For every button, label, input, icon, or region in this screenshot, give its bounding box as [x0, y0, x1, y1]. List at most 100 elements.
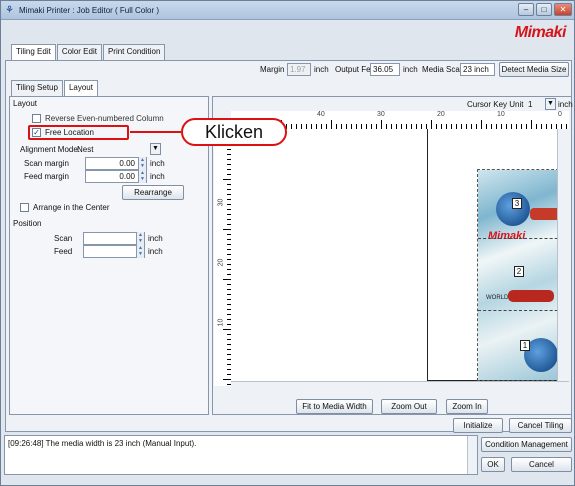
reverse-even-checkbox[interactable]: [32, 114, 41, 123]
tab-tiling-setup[interactable]: Tiling Setup: [11, 80, 63, 96]
ruler-v-label-10: 10: [217, 318, 225, 327]
status-scrollbar[interactable]: [467, 436, 477, 474]
mimaki-logo: Mimaki: [514, 24, 567, 41]
cursor-key-unit-dropdown[interactable]: ▼: [545, 98, 556, 110]
position-feed-label: Feed: [54, 247, 73, 256]
brand-bar: Mimaki: [1, 20, 574, 43]
tile-boundary: [478, 238, 568, 239]
initialize-button[interactable]: Initialize: [453, 418, 503, 433]
alignment-mode-value: Nest: [77, 145, 94, 154]
layout-section-heading: Layout: [13, 99, 38, 108]
ruler-tick: [223, 379, 231, 380]
feed-margin-label: Feed margin: [24, 172, 69, 181]
margin-unit: inch: [314, 65, 329, 74]
position-scan-unit: inch: [148, 234, 163, 243]
scan-margin-stepper[interactable]: ▲ ▼: [138, 157, 146, 170]
free-location-label: Free Location: [45, 128, 94, 137]
media-scan-field[interactable]: 23 inch: [460, 63, 495, 76]
ruler-tick: [223, 229, 231, 230]
position-feed-stepper[interactable]: ▲ ▼: [136, 245, 144, 258]
cancel-button[interactable]: Cancel: [511, 457, 572, 472]
feed-margin-value: 0.00: [119, 172, 135, 181]
feed-margin-stepper[interactable]: ▲ ▼: [138, 170, 146, 183]
cursor-key-unit-value: 1: [528, 100, 533, 109]
ruler-h-label-20: 20: [437, 111, 445, 118]
cancel-tiling-button[interactable]: Cancel Tiling: [509, 418, 572, 433]
ruler-tick: [223, 329, 231, 330]
zoom-out-button[interactable]: Zoom Out: [381, 399, 437, 414]
vertical-scrollbar[interactable]: [557, 129, 569, 381]
scan-margin-label: Scan margin: [24, 159, 69, 168]
ruler-tick: [223, 179, 231, 180]
tab-layout[interactable]: Layout: [63, 80, 98, 97]
arrange-center-checkbox[interactable]: [20, 203, 29, 212]
minimize-button[interactable]: –: [518, 3, 534, 16]
position-feed-field[interactable]: ▲ ▼: [83, 245, 145, 258]
window-title: Mimaki Printer : Job Editor ( Full Color…: [19, 6, 160, 15]
tab-color-edit[interactable]: Color Edit: [56, 44, 102, 60]
tile-number: 2: [514, 266, 524, 277]
ruler-tick: [481, 120, 482, 129]
ruler-h-label-10: 10: [497, 111, 505, 118]
poster-world-text: WORLD: [486, 295, 509, 301]
ruler-tick: [381, 120, 382, 129]
position-scan-field[interactable]: ▲ ▼: [83, 232, 145, 245]
tile-number: 3: [512, 198, 522, 209]
vertical-ruler: 30 20 10: [214, 129, 231, 386]
output-feed-unit: inch: [403, 65, 418, 74]
free-location-checkbox[interactable]: ✓: [32, 128, 41, 137]
fit-to-media-width-button[interactable]: Fit to Media Width: [296, 399, 373, 414]
tile-number: 1: [520, 340, 530, 351]
ruler-v-label-30: 30: [217, 198, 225, 207]
ruler-tick: [531, 120, 532, 129]
red-patch: [508, 290, 554, 302]
position-scan-stepper[interactable]: ▲ ▼: [136, 232, 144, 245]
status-message: [09:26:48] The media width is 23 inch (M…: [8, 439, 197, 448]
ruler-v-label-20: 20: [217, 258, 225, 267]
tab-tiling-edit[interactable]: Tiling Edit: [11, 44, 56, 61]
tiled-poster-image[interactable]: Mimaki WORLD 3 2 1: [477, 169, 569, 381]
ruler-h-label-30: 30: [377, 111, 385, 118]
ruler-tick: [223, 279, 231, 280]
zoom-in-button[interactable]: Zoom In: [446, 399, 488, 414]
printer-app-icon: ⚘: [5, 5, 14, 16]
alignment-mode-dropdown[interactable]: ▼: [150, 143, 161, 155]
alignment-mode-label: Alignment Mode:: [20, 145, 81, 154]
title-bar: ⚘ Mimaki Printer : Job Editor ( Full Col…: [1, 1, 574, 20]
tile-boundary: [478, 310, 568, 311]
scan-margin-value: 0.00: [119, 159, 135, 168]
condition-management-button[interactable]: Condition Management: [481, 437, 572, 452]
scan-margin-field[interactable]: 0.00 ▲ ▼: [85, 157, 147, 170]
rearrange-button[interactable]: Rearrange: [122, 185, 184, 200]
sub-tab-bar: Tiling Setup Layout: [11, 80, 99, 97]
ok-button[interactable]: OK: [481, 457, 505, 472]
ruler-tick: [431, 120, 432, 129]
layout-settings-panel: Layout Reverse Even-numbered Column ✓ Fr…: [9, 96, 209, 415]
cursor-key-unit-unit: inch: [558, 100, 573, 109]
output-feed-field[interactable]: 36.05: [370, 63, 400, 76]
poster-brand: Mimaki: [488, 230, 526, 242]
main-tab-bar: Tiling Edit Color Edit Print Condition: [11, 44, 166, 61]
scan-margin-unit: inch: [150, 159, 165, 168]
media-scan-label: Media Scan: [422, 65, 465, 74]
margin-field: 1.97: [287, 63, 311, 76]
status-log: [09:26:48] The media width is 23 inch (M…: [4, 435, 478, 475]
position-section-heading: Position: [13, 219, 42, 228]
margin-label: Margin: [260, 65, 285, 74]
feed-margin-field[interactable]: 0.00 ▲ ▼: [85, 170, 147, 183]
ruler-tick: [331, 120, 332, 129]
close-button[interactable]: ✕: [554, 3, 572, 16]
ruler-h-label-0: 0: [558, 111, 562, 118]
position-feed-unit: inch: [148, 247, 163, 256]
klicken-callout: Klicken: [181, 118, 287, 146]
horizontal-scrollbar[interactable]: [231, 381, 569, 390]
detect-media-size-button[interactable]: Detect Media Size: [499, 62, 569, 77]
feed-margin-unit: inch: [150, 172, 165, 181]
position-scan-label: Scan: [54, 234, 73, 243]
maximize-button[interactable]: □: [536, 3, 552, 16]
callout-pointer: [130, 131, 181, 133]
tab-print-condition[interactable]: Print Condition: [102, 44, 166, 60]
job-editor-window: ⚘ Mimaki Printer : Job Editor ( Full Col…: [0, 0, 575, 486]
cursor-key-unit-label: Cursor Key Unit: [467, 100, 524, 109]
arrange-center-label: Arrange in the Center: [33, 203, 110, 212]
